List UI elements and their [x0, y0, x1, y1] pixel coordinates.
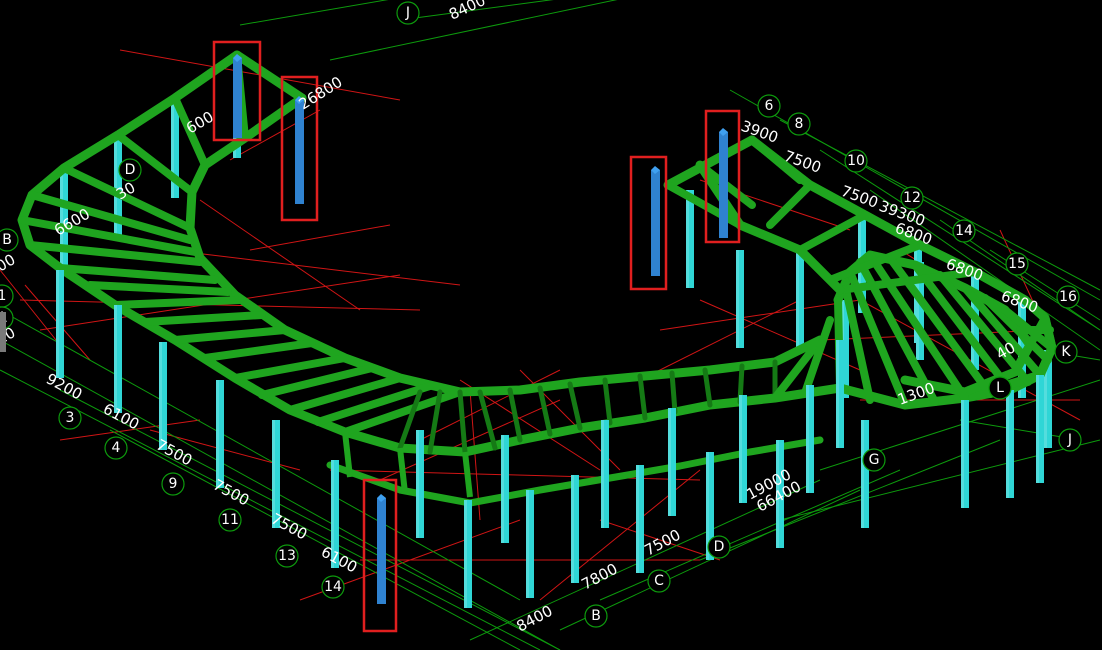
grid-label: D: [714, 539, 725, 555]
column-shade: [861, 420, 864, 528]
grid-label: 14: [955, 223, 973, 239]
column-shade: [464, 500, 467, 608]
grid-label: J: [405, 5, 410, 21]
grid-label: D: [125, 162, 136, 178]
column-shade: [686, 190, 689, 288]
grid-label: 3: [66, 410, 75, 426]
column-5: [377, 498, 386, 604]
grid-label: B: [591, 608, 601, 624]
column-shade: [159, 342, 162, 450]
column-shade: [796, 250, 799, 348]
column-shade: [416, 430, 419, 538]
grid-label: 15: [1008, 256, 1026, 272]
column-3: [719, 132, 728, 238]
grid-label: J: [1067, 432, 1072, 448]
grid-label: L: [996, 380, 1004, 396]
column-shade: [806, 385, 809, 493]
column-shade: [114, 305, 117, 413]
column-shade: [601, 420, 604, 528]
grid-label: 6: [765, 98, 774, 114]
grid-label: 9: [169, 476, 178, 492]
edge-marker: [0, 312, 6, 352]
grid-label: 12: [903, 190, 921, 206]
column-shade: [571, 475, 574, 583]
column-shade: [1006, 390, 1009, 498]
grid-label: 11: [221, 512, 239, 528]
grid-label: 8: [795, 116, 804, 132]
column-shade: [216, 380, 219, 488]
column-1: [233, 58, 242, 138]
grid-label: K: [1061, 344, 1071, 360]
column-shade: [501, 435, 504, 543]
column-shade: [836, 340, 839, 448]
column-shade: [668, 408, 671, 516]
grid-label: 1: [0, 288, 6, 304]
secondary-beam: [669, 370, 678, 415]
grid-label: 16: [1059, 289, 1077, 305]
column-shade: [526, 490, 529, 598]
column-2: [295, 100, 304, 204]
structural-3d-view[interactable]: 8400268003900750075003930068006800680092…: [0, 0, 1102, 650]
column-shade: [739, 395, 742, 503]
column-shade: [636, 465, 639, 573]
column-shade: [171, 100, 174, 198]
grid-label: 13: [278, 548, 296, 564]
column-shade: [961, 400, 964, 508]
grid-label: 4: [112, 440, 121, 456]
radial-beam: [111, 296, 244, 309]
grid-label: C: [654, 573, 664, 589]
grid-label: 14: [324, 579, 342, 595]
column-shade: [736, 250, 739, 348]
grid-label: 10: [847, 153, 865, 169]
column-shade: [56, 270, 59, 378]
column-shade: [1036, 375, 1039, 483]
column-4: [651, 170, 660, 276]
grid-label: B: [2, 232, 12, 248]
grid-label: G: [869, 452, 880, 468]
